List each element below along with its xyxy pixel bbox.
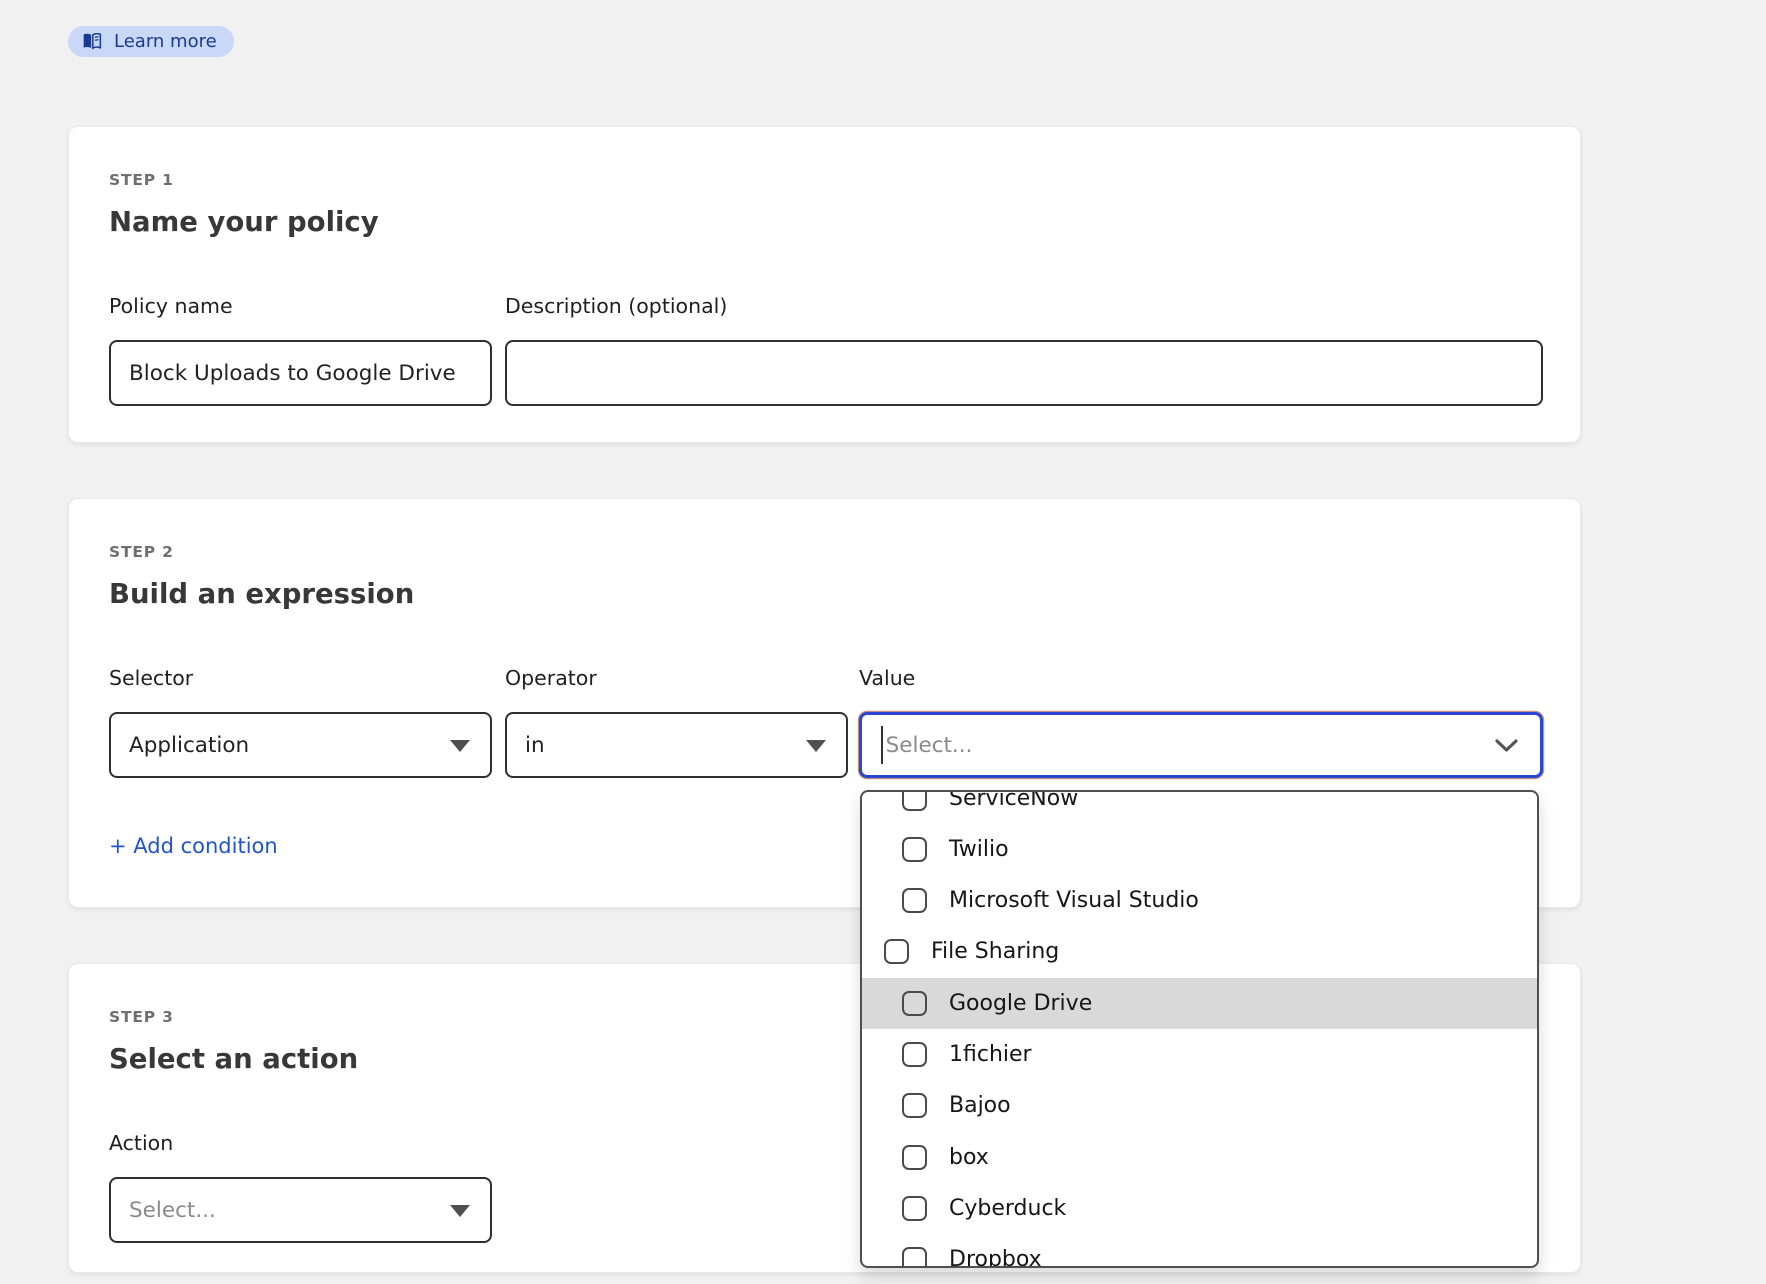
operator-value: in: [525, 733, 545, 758]
option-1fichier[interactable]: 1fichier: [862, 1029, 1537, 1080]
option-microsoft-visual-studio[interactable]: Microsoft Visual Studio: [862, 875, 1537, 926]
checkbox-icon[interactable]: [902, 790, 927, 811]
value-placeholder: Select...: [886, 733, 973, 758]
text-cursor: [881, 726, 883, 764]
description-label: Description (optional): [505, 294, 727, 318]
selector-label: Selector: [109, 666, 193, 690]
step2-title: Build an expression: [109, 578, 414, 610]
add-condition-link[interactable]: + Add condition: [109, 834, 278, 858]
checkbox-icon[interactable]: [902, 1042, 927, 1067]
checkbox-icon[interactable]: [902, 991, 927, 1016]
learn-more-button[interactable]: Learn more: [68, 26, 234, 57]
policy-name-input[interactable]: Block Uploads to Google Drive: [109, 340, 492, 406]
checkbox-icon[interactable]: [902, 1093, 927, 1118]
checkbox-icon[interactable]: [902, 837, 927, 862]
description-input[interactable]: [505, 340, 1543, 406]
option-dropbox[interactable]: Dropbox: [862, 1234, 1537, 1268]
value-options-listbox: ServiceNow Twilio Microsoft Visual Studi…: [860, 790, 1539, 1268]
policy-name-value: Block Uploads to Google Drive: [129, 361, 456, 386]
option-servicenow[interactable]: ServiceNow: [862, 790, 1537, 824]
action-dropdown[interactable]: Select...: [109, 1177, 492, 1243]
selector-dropdown[interactable]: Application: [109, 712, 492, 778]
option-bajoo[interactable]: Bajoo: [862, 1080, 1537, 1131]
book-icon: [82, 33, 102, 50]
policy-name-label: Policy name: [109, 294, 233, 318]
operator-label: Operator: [505, 666, 597, 690]
option-cyberduck[interactable]: Cyberduck: [862, 1183, 1537, 1234]
step1-card: STEP 1 Name your policy Policy name Desc…: [68, 126, 1581, 443]
value-label: Value: [859, 666, 915, 690]
checkbox-icon[interactable]: [902, 1247, 927, 1268]
step2-eyebrow: STEP 2: [109, 543, 174, 561]
learn-more-label: Learn more: [114, 31, 217, 52]
operator-dropdown[interactable]: in: [505, 712, 848, 778]
step1-title: Name your policy: [109, 206, 379, 238]
step3-eyebrow: STEP 3: [109, 1008, 174, 1026]
dropdown-arrow-icon: [450, 740, 470, 752]
option-google-drive[interactable]: Google Drive: [862, 978, 1537, 1029]
chevron-down-icon: [1494, 738, 1519, 753]
option-box[interactable]: box: [862, 1131, 1537, 1182]
option-list: ServiceNow Twilio Microsoft Visual Studi…: [862, 790, 1537, 1268]
value-select[interactable]: Select...: [859, 712, 1543, 778]
checkbox-icon[interactable]: [902, 1145, 927, 1170]
selector-value: Application: [129, 733, 249, 758]
option-twilio[interactable]: Twilio: [862, 824, 1537, 875]
dropdown-arrow-icon: [806, 740, 826, 752]
checkbox-icon[interactable]: [902, 1196, 927, 1221]
action-placeholder: Select...: [129, 1198, 216, 1223]
action-label: Action: [109, 1131, 173, 1155]
checkbox-icon[interactable]: [902, 888, 927, 913]
step3-title: Select an action: [109, 1043, 358, 1075]
dropdown-arrow-icon: [450, 1205, 470, 1217]
step1-eyebrow: STEP 1: [109, 171, 174, 189]
checkbox-icon[interactable]: [884, 939, 909, 964]
option-group-file-sharing[interactable]: File Sharing: [862, 926, 1537, 977]
